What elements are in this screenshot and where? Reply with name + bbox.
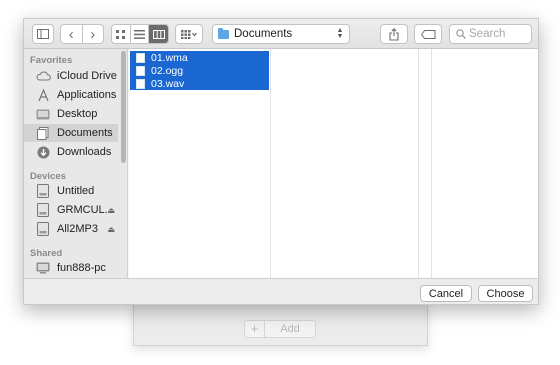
sidebar-toggle-button[interactable] bbox=[32, 24, 54, 44]
location-popup[interactable]: Documents ▲ ▼ bbox=[212, 24, 350, 44]
icon-view-button[interactable] bbox=[112, 25, 131, 43]
sidebar-item-label: Applications bbox=[57, 89, 117, 101]
sidebar-icon bbox=[37, 29, 49, 39]
column-view-button[interactable] bbox=[149, 25, 168, 43]
choose-button[interactable]: Choose bbox=[478, 285, 533, 302]
search-placeholder: Search bbox=[469, 28, 506, 40]
sidebar-item-fun888-pc[interactable]: fun888-pc bbox=[24, 259, 118, 277]
sidebar-item-label: Untitled bbox=[57, 185, 95, 197]
add-button[interactable]: + Add bbox=[244, 320, 316, 338]
sidebar-scrollbar[interactable] bbox=[121, 51, 126, 163]
sidebar-item-desktop[interactable]: Desktop bbox=[24, 105, 118, 123]
devices-section-title: Devices bbox=[30, 171, 66, 182]
empty-column bbox=[272, 49, 419, 278]
list-icon bbox=[134, 29, 145, 39]
grid-icon bbox=[116, 29, 126, 39]
computer-icon bbox=[35, 261, 51, 275]
shared-section-title: Shared bbox=[30, 248, 63, 259]
downloads-icon bbox=[35, 145, 51, 159]
column-browser: 01.wma 02.ogg 03.wav || bbox=[129, 49, 538, 296]
toolbar: ‹ › Documents ▲ ▼ Search bbox=[24, 19, 538, 49]
dialog-footer: Cancel Choose bbox=[24, 278, 538, 304]
eject-icon[interactable]: ⏏ bbox=[107, 206, 115, 215]
plus-icon: + bbox=[245, 321, 265, 337]
sidebar-item-grmcul[interactable]: GRMCUL... ⏏ bbox=[24, 201, 118, 219]
disk-icon bbox=[35, 184, 51, 198]
disk-icon bbox=[35, 203, 51, 217]
sidebar-item-label: GRMCUL... bbox=[57, 204, 114, 216]
share-icon bbox=[389, 27, 399, 41]
file-open-dialog: ‹ › Documents ▲ ▼ Search Favorites iClou… bbox=[23, 18, 539, 305]
tags-button[interactable] bbox=[414, 24, 442, 44]
audio-file-icon bbox=[136, 52, 145, 63]
favorites-section-title: Favorites bbox=[30, 55, 73, 66]
sidebar-item-label: iCloud Drive bbox=[57, 70, 117, 82]
desktop-icon bbox=[35, 107, 51, 121]
forward-button[interactable]: › bbox=[83, 25, 104, 43]
share-button[interactable] bbox=[380, 24, 408, 44]
add-button-label: Add bbox=[280, 323, 300, 335]
sidebar-item-downloads[interactable]: Downloads bbox=[24, 143, 118, 161]
cloud-icon bbox=[35, 69, 51, 83]
file-name: 01.wma bbox=[151, 51, 188, 64]
sidebar: Favorites iCloud Drive Applications Desk… bbox=[24, 49, 128, 278]
folder-icon bbox=[218, 27, 229, 39]
sidebar-item-untitled[interactable]: Untitled bbox=[24, 182, 118, 200]
disk-icon bbox=[35, 222, 51, 236]
audio-file-icon bbox=[136, 65, 145, 76]
audio-file-icon bbox=[136, 78, 145, 89]
sidebar-item-icloud-drive[interactable]: iCloud Drive bbox=[24, 67, 118, 85]
eject-icon[interactable]: ⏏ bbox=[107, 225, 115, 234]
sidebar-item-label: Documents bbox=[57, 127, 113, 139]
sidebar-item-applications[interactable]: Applications bbox=[24, 86, 118, 104]
documents-icon bbox=[35, 126, 51, 140]
empty-column bbox=[420, 49, 432, 278]
chevron-left-icon: ‹ bbox=[68, 25, 74, 43]
list-view-button[interactable] bbox=[131, 25, 150, 43]
applications-icon bbox=[35, 88, 51, 102]
file-row[interactable]: 03.wav bbox=[130, 77, 269, 90]
arrange-menu-button[interactable] bbox=[175, 24, 203, 44]
sidebar-item-label: All2MP3 bbox=[57, 223, 98, 235]
updown-chevron-icon: ▲ ▼ bbox=[336, 27, 344, 40]
file-row[interactable]: 02.ogg bbox=[130, 64, 269, 77]
navigation-buttons: ‹ › bbox=[60, 24, 104, 44]
sidebar-item-label: fun888-pc bbox=[57, 262, 106, 274]
sidebar-item-all2mp3[interactable]: All2MP3 ⏏ bbox=[24, 220, 118, 238]
tag-icon bbox=[420, 29, 435, 39]
arrange-grid-icon bbox=[181, 29, 197, 39]
location-label: Documents bbox=[234, 28, 293, 40]
search-field[interactable]: Search bbox=[449, 24, 532, 44]
search-icon bbox=[453, 29, 469, 39]
back-button[interactable]: ‹ bbox=[61, 25, 83, 43]
view-mode-buttons bbox=[111, 24, 169, 44]
file-name: 03.wav bbox=[151, 77, 185, 90]
screen: + Add ‹ › Documents ▲ ▼ Search Favorites… bbox=[0, 0, 560, 365]
documents-column: 01.wma 02.ogg 03.wav || bbox=[129, 49, 272, 296]
columns-icon bbox=[152, 29, 165, 39]
cancel-button[interactable]: Cancel bbox=[420, 285, 472, 302]
file-name: 02.ogg bbox=[151, 64, 184, 77]
chevron-right-icon: › bbox=[90, 25, 96, 43]
sidebar-item-documents[interactable]: Documents bbox=[24, 124, 118, 142]
sidebar-item-label: Downloads bbox=[57, 146, 112, 158]
sidebar-item-label: Desktop bbox=[57, 108, 98, 120]
file-row[interactable]: 01.wma bbox=[130, 51, 269, 64]
